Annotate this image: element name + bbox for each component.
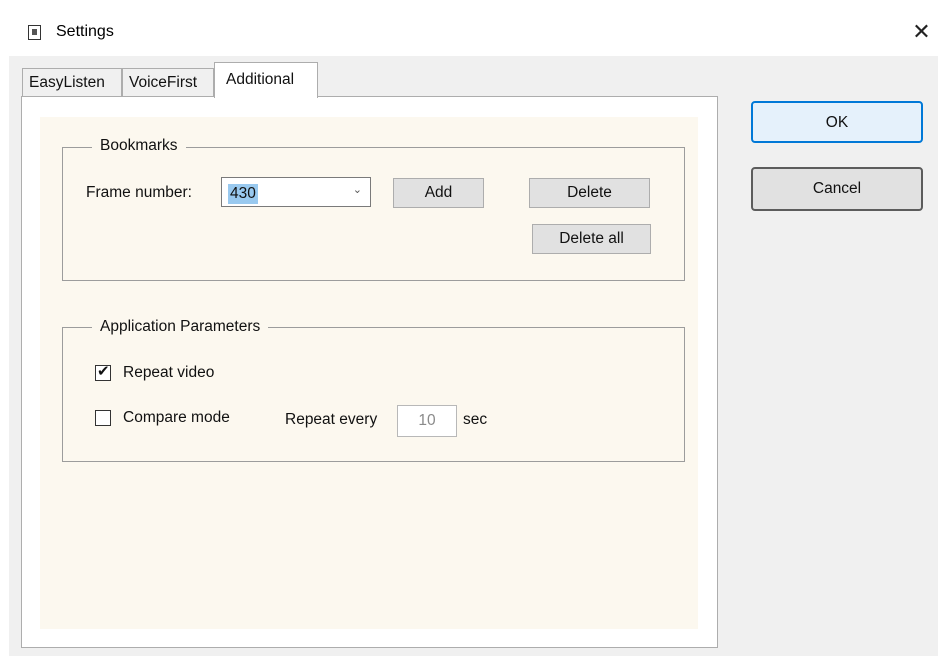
checkmark-icon: ✔ [97,363,110,380]
settings-doc-icon [28,25,41,40]
tab-voicefirst[interactable]: VoiceFirst [122,68,214,96]
settings-window: Settings ✕ EasyListen VoiceFirst Additio… [0,0,938,656]
close-button[interactable]: ✕ [905,15,938,49]
frame-number-combobox[interactable]: 430 ⌄ [221,177,371,207]
compare-mode-label: Compare mode [123,409,230,426]
window-edge [0,56,9,656]
repeat-video-label: Repeat video [123,364,215,381]
frame-number-value: 430 [228,184,258,204]
repeat-unit-label: sec [463,411,488,428]
bookmarks-groupbox [62,147,685,281]
frame-number-label: Frame number: [86,184,192,201]
delete-all-bookmarks-button[interactable]: Delete all [532,224,651,254]
app-params-group-label: Application Parameters [92,318,269,336]
compare-mode-checkbox[interactable] [95,410,111,426]
add-bookmark-button[interactable]: Add [393,178,484,208]
chevron-down-icon[interactable]: ⌄ [353,183,362,196]
repeat-interval-input[interactable]: 10 [397,405,457,437]
repeat-every-label: Repeat every [285,411,378,428]
app-params-groupbox [62,327,685,462]
bookmarks-group-label: Bookmarks [92,137,186,155]
repeat-video-checkbox[interactable]: ✔ [95,363,111,381]
window-title: Settings [56,23,114,40]
tab-additional[interactable]: Additional [214,62,318,98]
ok-button[interactable]: OK [751,101,923,143]
delete-bookmark-button[interactable]: Delete [529,178,650,208]
tab-easylisten[interactable]: EasyListen [22,68,122,96]
title-bar: Settings ✕ [0,0,938,56]
cancel-button[interactable]: Cancel [751,167,923,211]
